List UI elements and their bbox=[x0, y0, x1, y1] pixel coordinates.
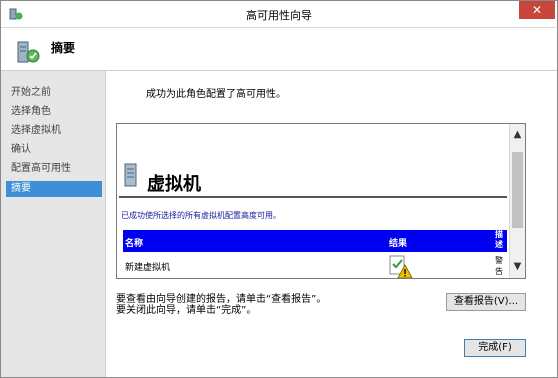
sidebar-item-summary[interactable]: 摘要 bbox=[6, 181, 102, 197]
report-viewer: 虚拟机 已成功使所选择的所有虚拟机配置高度可用。 名称 结果 描述 新建虚拟机 bbox=[116, 123, 526, 279]
description-cell: 警告 bbox=[495, 256, 503, 276]
report-content: 虚拟机 已成功使所选择的所有虚拟机配置高度可用。 名称 结果 描述 新建虚拟机 bbox=[117, 124, 509, 278]
wizard-steps-sidebar: 开始之前 选择角色 选择虚拟机 确认 配置高可用性 摘要 bbox=[1, 71, 106, 377]
vm-icon bbox=[124, 163, 137, 187]
page-header: 摘要 bbox=[1, 28, 557, 71]
column-header-result: 结果 bbox=[389, 239, 408, 249]
success-message: 成功为此角色配置了高可用性。 bbox=[146, 89, 286, 100]
wizard-window: 高可用性向导 ✕ 摘要 开始之前 选择角色 选择虚拟机 确认 配置高可用性 摘要… bbox=[0, 0, 558, 378]
report-note: 已成功使所选择的所有虚拟机配置高度可用。 bbox=[121, 211, 281, 220]
instruction-close: 要关闭此向导，请单击“完成”。 bbox=[116, 305, 257, 316]
instructions: 要查看由向导创建的报告，请单击“查看报告”。 要关闭此向导，请单击“完成”。 bbox=[116, 294, 326, 316]
warning-check-icon bbox=[389, 255, 413, 278]
cluster-wizard-icon bbox=[17, 41, 40, 63]
table-row: 新建虚拟机 警告 bbox=[123, 252, 507, 278]
sidebar-item-select-role[interactable]: 选择角色 bbox=[6, 104, 102, 120]
sidebar-item-confirmation[interactable]: 确认 bbox=[6, 142, 102, 158]
title-bar: 高可用性向导 ✕ bbox=[1, 1, 557, 28]
finish-button[interactable]: 完成(F) bbox=[464, 339, 526, 357]
report-heading: 虚拟机 bbox=[147, 174, 201, 195]
scroll-thumb[interactable] bbox=[512, 152, 523, 228]
close-button[interactable]: ✕ bbox=[519, 1, 555, 19]
column-header-name: 名称 bbox=[125, 239, 144, 249]
scroll-up-icon[interactable]: ▲ bbox=[510, 128, 525, 142]
window-title: 高可用性向导 bbox=[246, 9, 312, 22]
table-header: 名称 结果 描述 bbox=[123, 230, 507, 252]
vm-name-cell: 新建虚拟机 bbox=[125, 263, 171, 273]
sidebar-item-before-you-begin[interactable]: 开始之前 bbox=[6, 85, 102, 101]
close-icon: ✕ bbox=[531, 3, 543, 17]
sidebar-item-select-vm[interactable]: 选择虚拟机 bbox=[6, 123, 102, 139]
instruction-view-report: 要查看由向导创建的报告，请单击“查看报告”。 bbox=[116, 294, 327, 305]
report-scrollbar[interactable]: ▲ ▼ bbox=[509, 124, 525, 278]
main-content: 成功为此角色配置了高可用性。 虚拟机 已成功使所选择的所有虚拟机配置高度可用。 … bbox=[106, 71, 557, 377]
scroll-down-icon[interactable]: ▼ bbox=[510, 260, 525, 274]
sidebar-item-configure-ha[interactable]: 配置高可用性 bbox=[6, 161, 102, 177]
column-header-description: 描述 bbox=[495, 230, 503, 249]
page-title: 摘要 bbox=[51, 41, 76, 55]
report-divider bbox=[119, 196, 507, 198]
view-report-button[interactable]: 查看报告(V)... bbox=[446, 293, 526, 311]
